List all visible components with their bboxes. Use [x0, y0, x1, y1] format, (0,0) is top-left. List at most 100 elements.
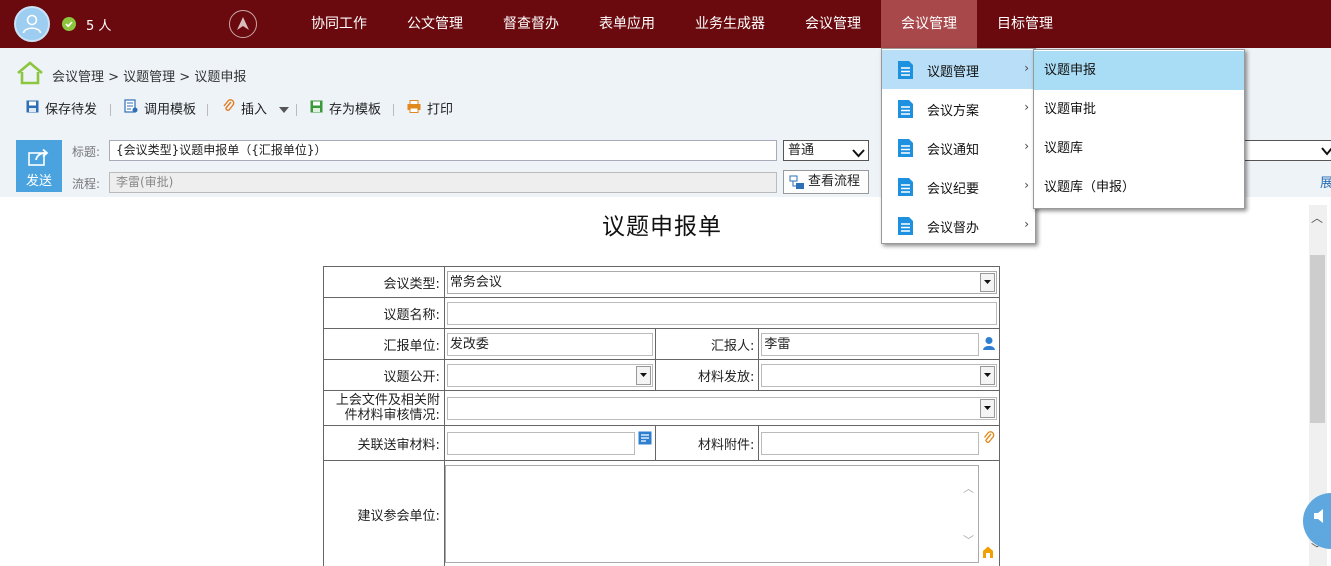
link-document-icon[interactable] [638, 431, 652, 449]
meeting-mgmt-menu: 议题管理 › 会议方案 › 会议通知 › 会议纪要 › 会议督办 › [881, 48, 1036, 244]
chevron-down-icon [980, 398, 995, 418]
nav-goal-mgmt[interactable]: 目标管理 [983, 0, 1067, 48]
chevron-down-icon [852, 145, 865, 164]
nav-meeting-mgmt-active[interactable]: 会议管理 [881, 0, 977, 48]
submenu-item-topic-apply[interactable]: 议题申报 [1034, 51, 1244, 90]
nav-supervision[interactable]: 督查督办 [489, 0, 573, 48]
material-dist-label: 材料发放: [655, 359, 760, 391]
nav-business-generator[interactable]: 业务生成器 [681, 0, 779, 48]
submenu-item-topic-library-apply[interactable]: 议题库（申报） [1034, 168, 1244, 207]
nav-meeting-mgmt[interactable]: 会议管理 [791, 0, 875, 48]
title-label: 标题: [72, 145, 101, 159]
toolbar-divider [296, 104, 297, 116]
topic-public-select[interactable] [446, 363, 654, 387]
home-icon[interactable] [16, 61, 44, 89]
material-attach-label: 材料附件: [655, 425, 760, 461]
save-draft-button[interactable]: 保存待发 [26, 96, 97, 124]
material-dist-select[interactable] [761, 363, 997, 387]
priority-select[interactable]: 普通 [783, 140, 869, 161]
save-template-button[interactable]: 存为模板 [310, 96, 381, 124]
menu-item-label: 会议纪要 [927, 182, 980, 197]
meeting-type-label: 会议类型: [323, 266, 445, 298]
menu-item-meeting-supervision[interactable]: 会议督办 › [882, 206, 1035, 245]
call-template-button[interactable]: 调用模板 [124, 96, 196, 124]
toolbar-divider [207, 104, 208, 116]
paperclip-icon [222, 96, 235, 124]
suggest-units-textarea[interactable]: ︿ ﹀ [444, 465, 979, 563]
send-button[interactable]: 发送 [16, 140, 62, 192]
org-select-icon[interactable] [981, 545, 995, 563]
user-avatar[interactable] [14, 6, 50, 42]
save-draft-label: 保存待发 [45, 102, 98, 118]
report-unit-label: 汇报单位: [323, 328, 445, 360]
prior-docs-select[interactable] [446, 396, 997, 420]
document-icon [897, 216, 914, 240]
scroll-up-icon: ︿ [963, 482, 974, 495]
view-flow-label: 查看流程 [808, 174, 861, 189]
call-template-label: 调用模板 [144, 102, 197, 118]
scroll-up-icon[interactable]: ︿ [1311, 209, 1323, 226]
flowchart-icon [789, 175, 805, 198]
prior-docs-label: 上会文件及相关附件材料审核情况: [323, 390, 445, 426]
chevron-down-icon [1321, 145, 1331, 160]
menu-item-label: 会议方案 [927, 104, 980, 119]
menu-item-topic-mgmt[interactable]: 议题管理 › [882, 50, 1035, 89]
nav-document-mgmt[interactable]: 公文管理 [393, 0, 477, 48]
form-title: 议题申报单 [602, 214, 722, 240]
topic-name-label: 议题名称: [323, 297, 445, 329]
report-unit-input[interactable]: 发改委 [446, 332, 654, 356]
document-icon [897, 177, 914, 201]
title-input[interactable]: {会议类型}议题申报单（{汇报单位}） [109, 140, 777, 161]
linked-material-label: 关联送审材料: [323, 425, 445, 461]
submenu-item-topic-library[interactable]: 议题库 [1034, 129, 1244, 168]
nav-collab-work[interactable]: 协同工作 [297, 0, 381, 48]
nav-form-apps[interactable]: 表单应用 [585, 0, 669, 48]
submenu-item-topic-approve[interactable]: 议题审批 [1034, 90, 1244, 129]
menu-item-meeting-notice[interactable]: 会议通知 › [882, 128, 1035, 167]
document-icon [897, 60, 914, 84]
suggest-units-label: 建议参会单位: [323, 460, 445, 566]
select-person-icon[interactable] [982, 336, 996, 355]
toolbar-divider [110, 104, 111, 116]
flow-input[interactable]: 李雷(审批) [109, 172, 777, 193]
menu-item-meeting-minutes[interactable]: 会议纪要 › [882, 167, 1035, 206]
document-icon [897, 99, 914, 123]
save-template-icon [310, 96, 323, 124]
meeting-type-value: 常务会议 [449, 274, 502, 290]
chevron-right-icon: › [1024, 217, 1029, 231]
online-count[interactable]: 5 人 [86, 15, 111, 34]
topic-public-label: 议题公开: [323, 359, 445, 391]
extra-select[interactable] [1240, 140, 1331, 161]
user-icon [22, 14, 42, 34]
priority-value: 普通 [788, 143, 815, 158]
view-flow-button[interactable]: 查看流程 [783, 170, 869, 194]
chevron-down-icon [279, 96, 290, 124]
print-label: 打印 [427, 102, 454, 118]
print-button[interactable]: 打印 [407, 96, 453, 124]
toolbar-divider [393, 104, 394, 116]
scrollbar-thumb[interactable] [1310, 255, 1325, 423]
insert-button[interactable]: 插入 [222, 96, 290, 124]
paperclip-icon[interactable] [983, 431, 995, 449]
chevron-right-icon: › [1024, 178, 1029, 192]
reporter-input[interactable]: 李雷 [761, 332, 979, 356]
document-icon [897, 138, 914, 162]
scroll-down-icon: ﹀ [963, 534, 974, 547]
insert-label: 插入 [241, 102, 268, 118]
reporter-label: 汇报人: [655, 328, 760, 360]
material-attach-input[interactable] [761, 431, 979, 455]
topic-form-table: 会议类型: 常务会议 议题名称: 汇报单位: 发改委 汇报人: 李雷 议题公开:… [323, 266, 1001, 566]
chevron-right-icon: › [1024, 100, 1029, 114]
online-status-icon [62, 17, 76, 31]
printer-icon [407, 96, 421, 124]
breadcrumb: 会议管理 > 议题管理 > 议题申报 [52, 70, 247, 85]
template-icon [124, 96, 138, 124]
save-icon [26, 96, 39, 124]
app-logo-icon[interactable] [229, 10, 257, 38]
meeting-type-select[interactable]: 常务会议 [446, 270, 997, 294]
chevron-down-icon [980, 365, 995, 385]
menu-item-meeting-plan[interactable]: 会议方案 › [882, 89, 1035, 128]
topic-name-input[interactable] [446, 301, 997, 325]
linked-material-input[interactable] [446, 431, 636, 455]
expand-link[interactable]: 展 [1320, 172, 1331, 191]
